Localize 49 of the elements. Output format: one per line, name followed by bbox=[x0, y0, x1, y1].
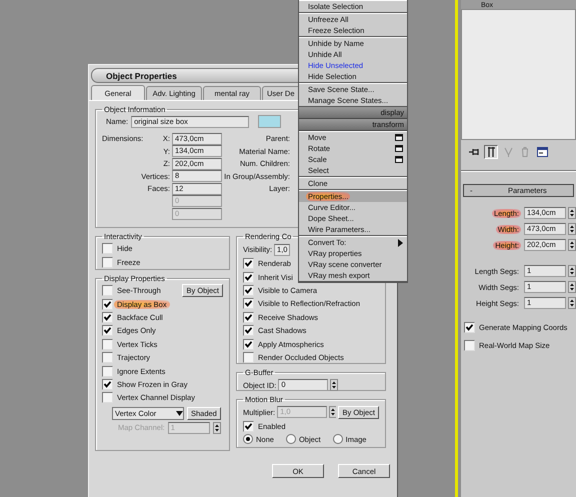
checkbox[interactable] bbox=[102, 392, 113, 404]
color-swatch[interactable] bbox=[258, 115, 282, 128]
checkbox[interactable] bbox=[102, 298, 113, 310]
checkbox[interactable] bbox=[464, 340, 475, 351]
radio-button[interactable] bbox=[332, 434, 343, 444]
checkbox[interactable] bbox=[464, 322, 475, 334]
spinner-arrows[interactable] bbox=[328, 406, 336, 418]
spinner-arrows[interactable] bbox=[568, 297, 576, 309]
fork-icon bbox=[504, 147, 512, 157]
bars-icon bbox=[488, 147, 494, 157]
trash-icon bbox=[521, 147, 529, 157]
checkbox[interactable] bbox=[243, 325, 254, 336]
modifier-stack[interactable] bbox=[461, 9, 576, 140]
checkbox[interactable] bbox=[243, 272, 254, 283]
checkbox[interactable] bbox=[243, 284, 254, 296]
checkbox[interactable] bbox=[243, 352, 254, 363]
spinner-arrows[interactable] bbox=[330, 379, 338, 391]
spinner-arrows[interactable] bbox=[568, 281, 576, 293]
toolbar-button[interactable] bbox=[484, 145, 498, 159]
spinner-arrows[interactable] bbox=[568, 223, 576, 235]
toolbar-button[interactable] bbox=[535, 145, 549, 159]
radio-button[interactable] bbox=[243, 434, 253, 444]
radio-button[interactable] bbox=[286, 434, 296, 444]
checkbox[interactable] bbox=[102, 243, 113, 254]
checkbox[interactable] bbox=[102, 312, 113, 323]
checkbox[interactable] bbox=[243, 312, 254, 323]
checkbox[interactable] bbox=[102, 352, 113, 364]
window-title: Object Properties bbox=[106, 70, 177, 80]
spinner-arrows[interactable] bbox=[568, 207, 576, 219]
checkbox[interactable] bbox=[243, 421, 254, 432]
checkbox[interactable] bbox=[243, 258, 254, 270]
checkbox[interactable] bbox=[102, 338, 113, 350]
caret-icon bbox=[176, 410, 183, 416]
checkbox[interactable] bbox=[102, 256, 113, 268]
window-icon bbox=[536, 147, 548, 157]
checkbox[interactable] bbox=[243, 338, 254, 350]
pin-icon bbox=[468, 148, 480, 156]
spinner-arrows[interactable] bbox=[568, 265, 576, 277]
checkbox[interactable] bbox=[102, 366, 113, 377]
checkbox[interactable] bbox=[102, 325, 113, 336]
options-box-icon bbox=[395, 145, 403, 152]
checkbox[interactable] bbox=[243, 298, 254, 310]
options-box-icon bbox=[395, 156, 403, 163]
spinner-arrows[interactable] bbox=[568, 239, 576, 251]
options-box-icon bbox=[395, 134, 403, 141]
checkbox[interactable] bbox=[102, 378, 113, 390]
checkbox[interactable] bbox=[102, 285, 113, 296]
spinner-arrows[interactable] bbox=[212, 422, 221, 434]
submenu-arrow-icon bbox=[398, 238, 403, 246]
